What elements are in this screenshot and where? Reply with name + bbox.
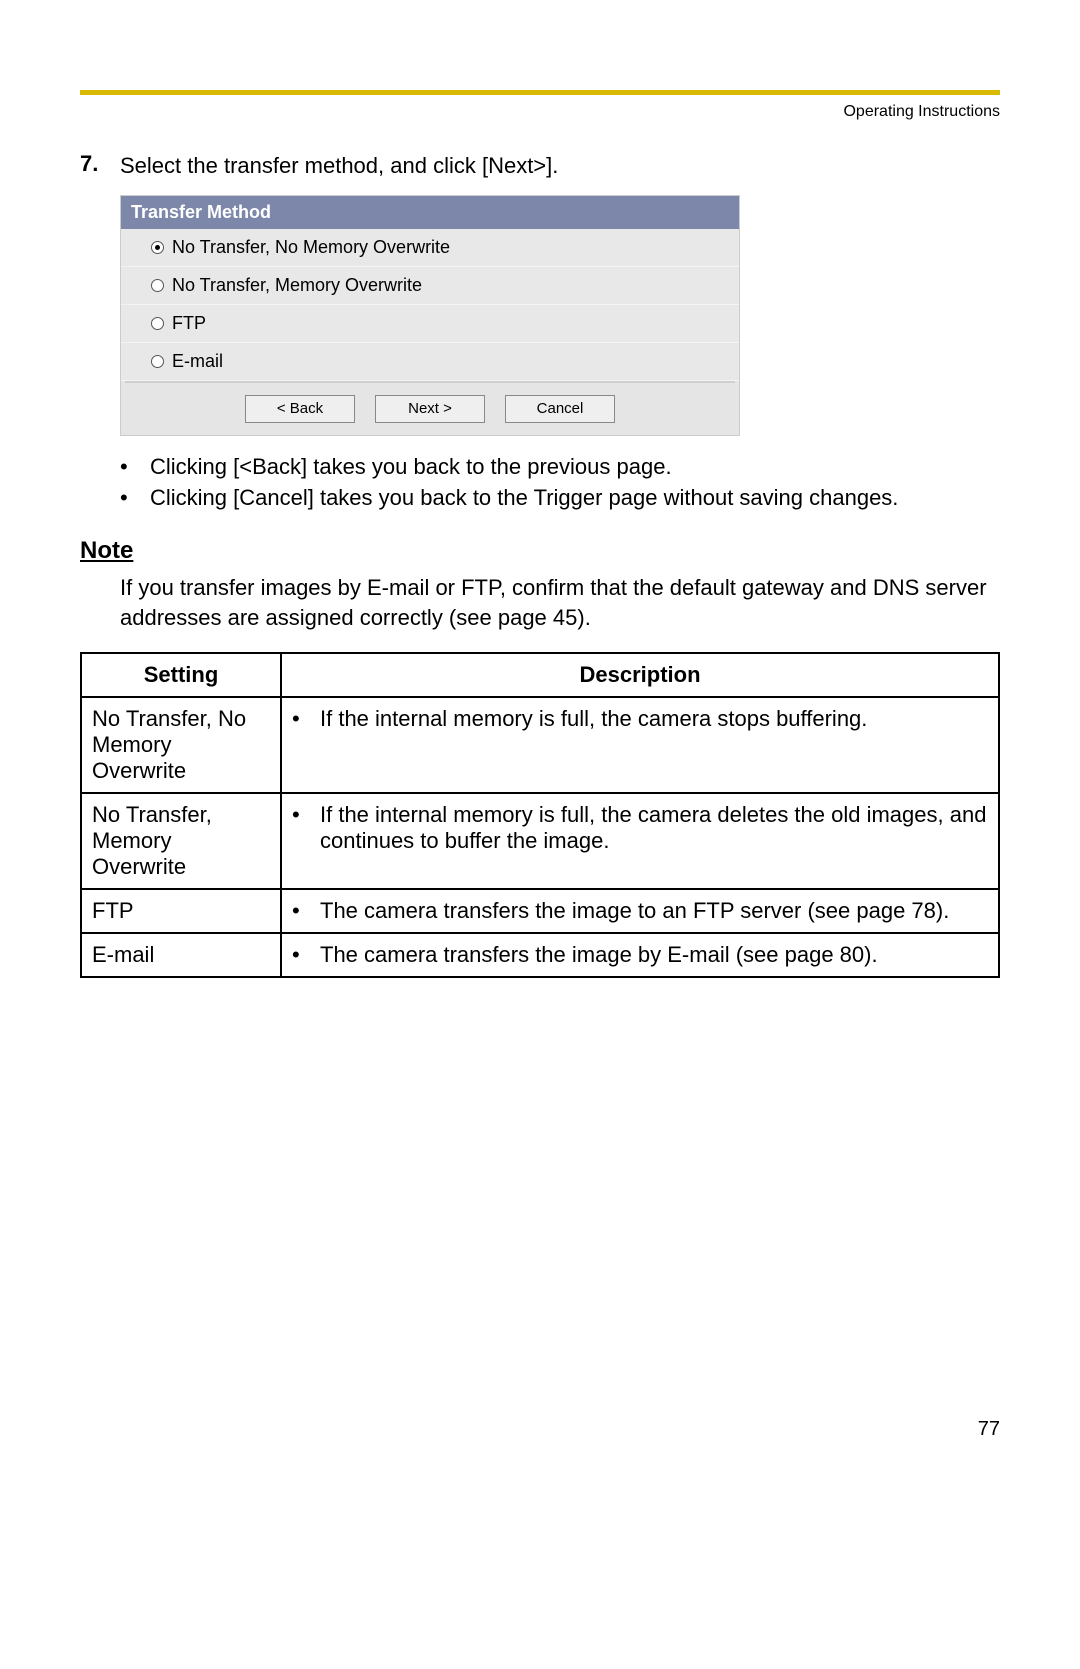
radio-label: No Transfer, Memory Overwrite	[172, 275, 422, 296]
table-row: No Transfer, No Memory Overwrite •If the…	[81, 697, 999, 793]
header-divider	[80, 90, 1000, 95]
list-item: • Clicking [Cancel] takes you back to th…	[120, 483, 1000, 513]
dialog-button-row: < Back Next > Cancel	[121, 383, 739, 435]
step-row: 7. Select the transfer method, and click…	[80, 151, 1000, 181]
bullet-icon: •	[292, 898, 320, 924]
description-cell: •If the internal memory is full, the cam…	[281, 697, 999, 793]
document-page: Operating Instructions 7. Select the tra…	[0, 0, 1080, 1501]
setting-cell: E-mail	[81, 933, 281, 977]
radio-icon	[151, 355, 164, 368]
note-heading: Note	[80, 537, 1000, 565]
table-row: E-mail •The camera transfers the image b…	[81, 933, 999, 977]
transfer-method-dialog: Transfer Method No Transfer, No Memory O…	[120, 195, 740, 436]
radio-option-2[interactable]: FTP	[121, 305, 739, 343]
setting-cell: No Transfer, No Memory Overwrite	[81, 697, 281, 793]
description-text: If the internal memory is full, the came…	[320, 802, 988, 854]
step-number: 7.	[80, 151, 120, 181]
setting-cell: FTP	[81, 889, 281, 933]
radio-icon	[151, 317, 164, 330]
header-title: Operating Instructions	[80, 103, 1000, 121]
next-button[interactable]: Next >	[375, 395, 485, 423]
list-item: • Clicking [<Back] takes you back to the…	[120, 452, 1000, 482]
back-button[interactable]: < Back	[245, 395, 355, 423]
description-cell: •The camera transfers the image to an FT…	[281, 889, 999, 933]
table-header-description: Description	[281, 653, 999, 697]
bullet-icon: •	[120, 483, 150, 513]
radio-icon	[151, 241, 164, 254]
post-dialog-bullets: • Clicking [<Back] takes you back to the…	[120, 452, 1000, 513]
radio-option-3[interactable]: E-mail	[121, 343, 739, 381]
step-text: Select the transfer method, and click [N…	[120, 151, 558, 181]
description-cell: •If the internal memory is full, the cam…	[281, 793, 999, 889]
description-cell: •The camera transfers the image by E-mai…	[281, 933, 999, 977]
bullet-icon: •	[292, 942, 320, 968]
description-text: The camera transfers the image by E-mail…	[320, 942, 878, 968]
description-text: If the internal memory is full, the came…	[320, 706, 867, 732]
bullet-icon: •	[120, 452, 150, 482]
radio-label: FTP	[172, 313, 206, 334]
dialog-title: Transfer Method	[121, 196, 739, 229]
radio-option-1[interactable]: No Transfer, Memory Overwrite	[121, 267, 739, 305]
page-number: 77	[80, 1418, 1000, 1441]
bullet-text: Clicking [<Back] takes you back to the p…	[150, 452, 672, 482]
table-row: FTP •The camera transfers the image to a…	[81, 889, 999, 933]
setting-cell: No Transfer, Memory Overwrite	[81, 793, 281, 889]
table-header-setting: Setting	[81, 653, 281, 697]
radio-label: E-mail	[172, 351, 223, 372]
description-text: The camera transfers the image to an FTP…	[320, 898, 949, 924]
bullet-icon: •	[292, 706, 320, 732]
settings-table: Setting Description No Transfer, No Memo…	[80, 652, 1000, 978]
table-row: No Transfer, Memory Overwrite •If the in…	[81, 793, 999, 889]
bullet-icon: •	[292, 802, 320, 854]
note-body: If you transfer images by E-mail or FTP,…	[120, 573, 1000, 632]
cancel-button[interactable]: Cancel	[505, 395, 615, 423]
radio-option-0[interactable]: No Transfer, No Memory Overwrite	[121, 229, 739, 267]
bullet-text: Clicking [Cancel] takes you back to the …	[150, 483, 898, 513]
radio-icon	[151, 279, 164, 292]
radio-label: No Transfer, No Memory Overwrite	[172, 237, 450, 258]
